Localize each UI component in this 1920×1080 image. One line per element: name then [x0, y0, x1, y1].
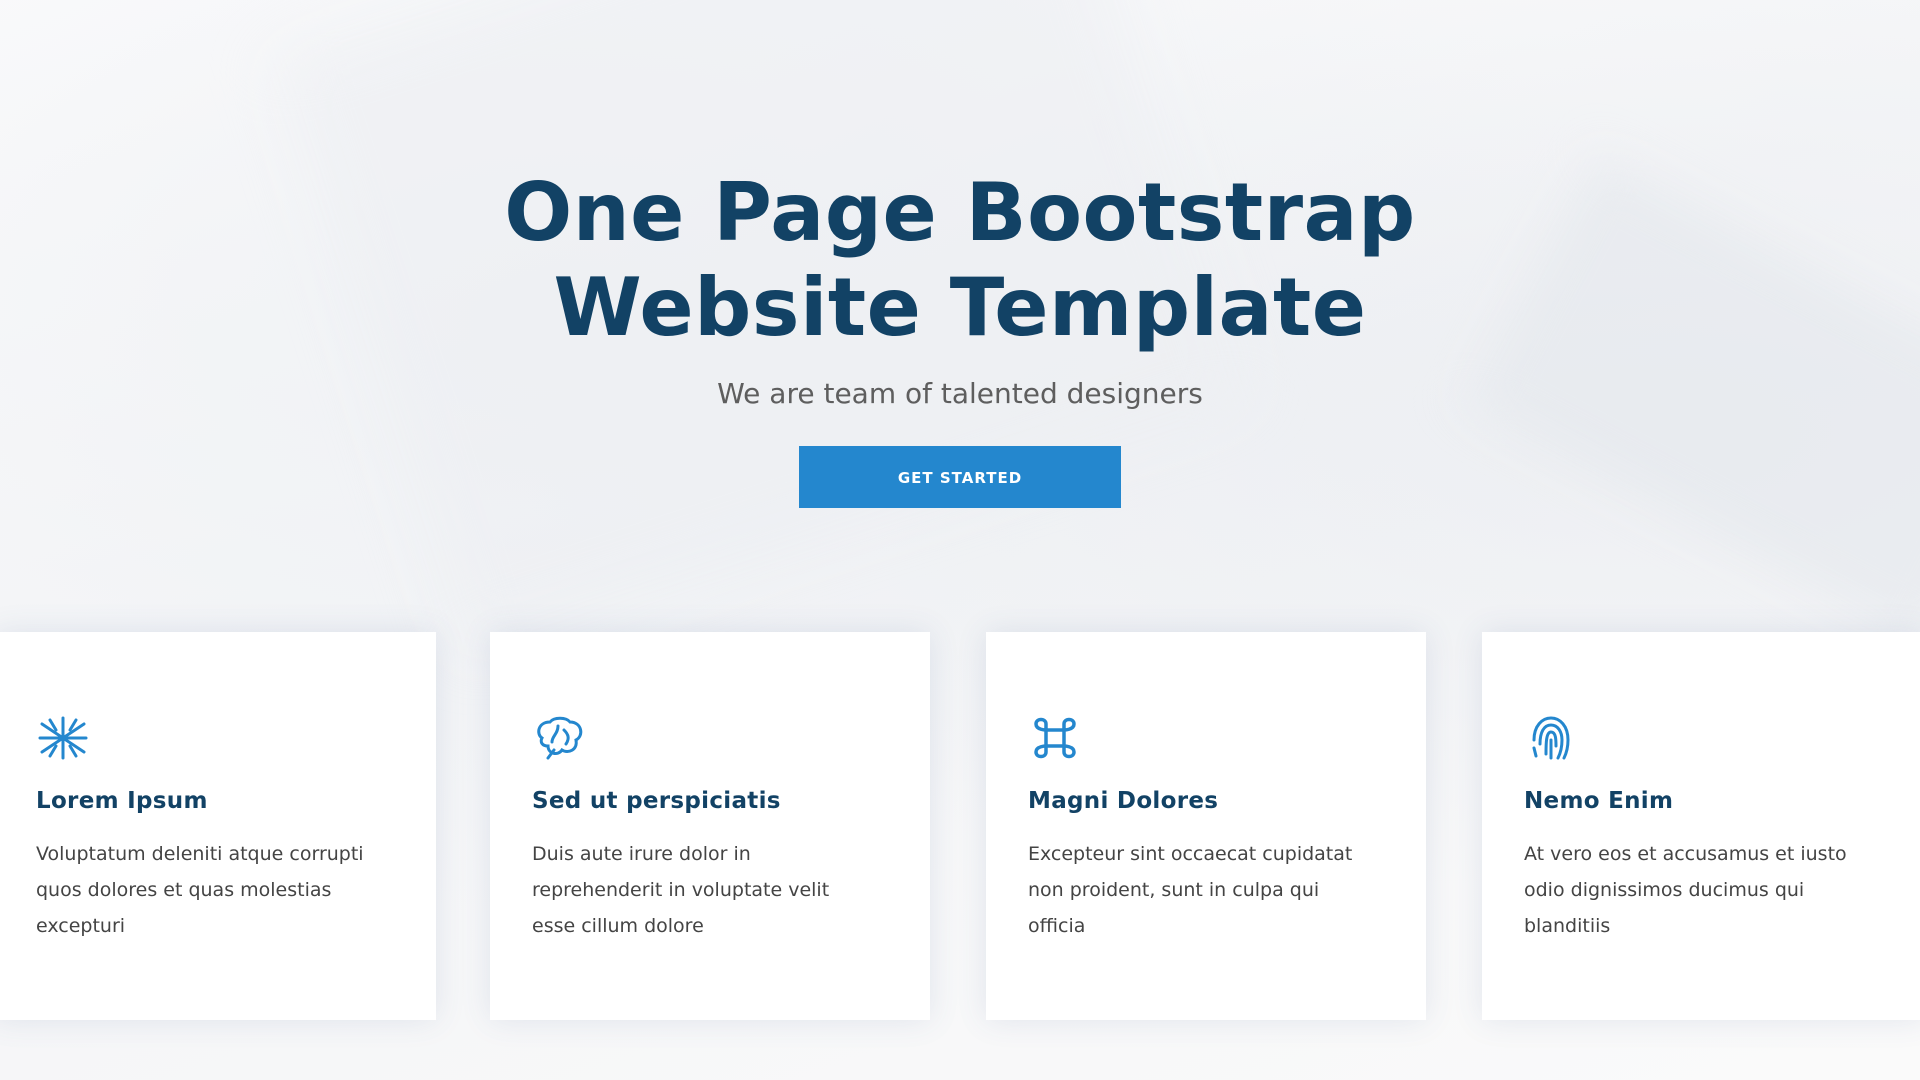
get-started-button[interactable]: Get Started — [799, 446, 1121, 508]
hero-subtitle: We are team of talented designers — [717, 377, 1203, 410]
card-title: Lorem Ipsum — [36, 788, 208, 814]
dribbble-icon — [38, 716, 88, 760]
icon-box-card[interactable]: Nemo Enim At vero eos et accusamus et iu… — [1482, 632, 1920, 1020]
card-text: Duis aute irure dolor in reprehenderit i… — [532, 843, 830, 937]
icon-boxes: Lorem Ipsum Voluptatum deleniti atque co… — [0, 632, 1920, 1020]
card-text: Excepteur sint occaecat cupidatat non pr… — [1028, 843, 1353, 937]
hero-content: One Page Bootstrap Website Template We a… — [0, 165, 1920, 508]
card-text: Voluptatum deleniti atque corrupti quos … — [36, 843, 364, 937]
command-icon — [1034, 717, 1076, 759]
hero-section: One Page Bootstrap Website Template We a… — [0, 0, 1920, 1080]
fingerprint-icon — [1532, 716, 1570, 760]
card-title: Magni Dolores — [1028, 788, 1219, 814]
card-title: Sed ut perspiciatis — [532, 788, 781, 814]
hero-title-line-1: One Page Bootstrap — [504, 166, 1416, 259]
hero-title: One Page Bootstrap Website Template — [0, 165, 1920, 355]
icon-box-card[interactable]: Magni Dolores Excepteur sint occaecat cu… — [986, 632, 1426, 1020]
hero-title-line-2: Website Template — [553, 261, 1367, 354]
card-text: At vero eos et accusamus et iusto odio d… — [1524, 843, 1847, 937]
icon-box-card[interactable]: Sed ut perspiciatis Duis aute irure dolo… — [490, 632, 930, 1020]
brain-icon — [537, 716, 583, 760]
icon-box-card[interactable]: Lorem Ipsum Voluptatum deleniti atque co… — [0, 632, 436, 1020]
card-title: Nemo Enim — [1524, 788, 1674, 814]
